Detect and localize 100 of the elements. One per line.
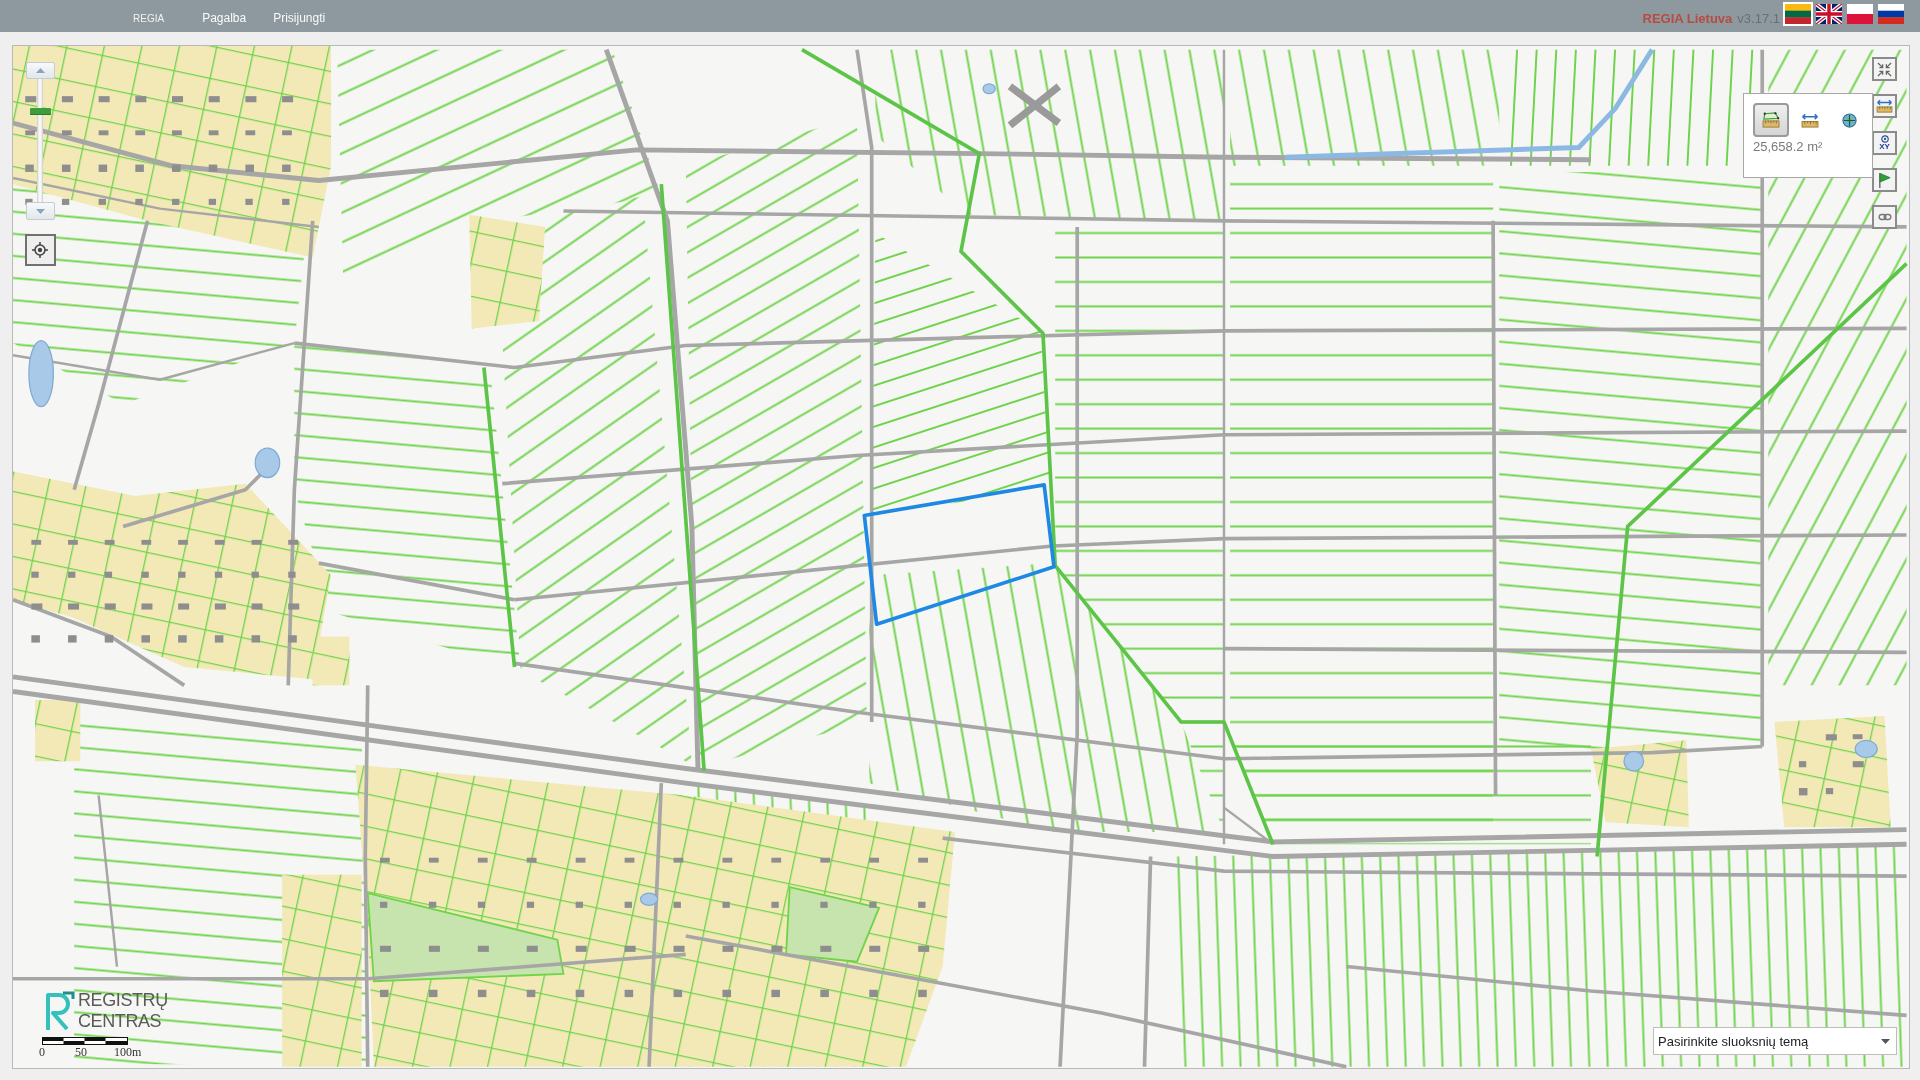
building <box>214 635 224 643</box>
building <box>104 571 113 578</box>
building <box>282 164 291 172</box>
building <box>98 198 106 205</box>
measure-button[interactable] <box>1872 94 1897 118</box>
building <box>282 130 292 136</box>
building <box>245 164 254 172</box>
zoom-out-button[interactable] <box>25 202 55 220</box>
building <box>141 571 149 578</box>
pond <box>254 447 281 479</box>
flag-icon[interactable] <box>1816 4 1842 24</box>
building <box>208 96 220 103</box>
fullscreen-button[interactable] <box>1872 57 1897 81</box>
building <box>104 603 116 610</box>
building <box>673 857 684 863</box>
building <box>918 901 926 908</box>
flag-button[interactable] <box>1872 168 1897 192</box>
product-name: REGIA Lietuva <box>1642 10 1733 26</box>
building <box>477 945 489 952</box>
ruler-arrows-icon <box>1801 112 1819 128</box>
building <box>673 945 685 952</box>
building <box>1798 761 1807 768</box>
building <box>31 603 43 610</box>
building <box>624 857 635 863</box>
zoom-slider-thumb[interactable] <box>29 108 51 115</box>
building <box>245 130 256 136</box>
building <box>526 901 535 908</box>
building <box>1852 761 1864 768</box>
scale-label: 50 <box>75 1046 87 1059</box>
building <box>98 96 110 103</box>
building <box>624 989 634 998</box>
building <box>141 603 153 610</box>
building <box>25 96 37 103</box>
coordinates-button[interactable]: XY <box>1872 131 1897 155</box>
building <box>820 989 829 998</box>
building <box>31 539 42 545</box>
zoom-in-button[interactable] <box>25 62 55 79</box>
cross-mark-icon <box>1006 82 1063 130</box>
building <box>61 198 70 205</box>
building <box>68 571 76 578</box>
flag-icon[interactable] <box>1878 4 1904 24</box>
flag-icon <box>1877 171 1892 189</box>
building <box>575 857 586 863</box>
building <box>575 945 587 952</box>
ruler-polygon-icon <box>1762 112 1780 128</box>
caret-down-icon <box>35 208 45 214</box>
building <box>178 635 187 643</box>
locate-button[interactable] <box>24 234 56 266</box>
building <box>477 901 486 908</box>
building <box>288 635 297 643</box>
building <box>722 989 732 998</box>
building <box>282 198 290 205</box>
building <box>245 198 253 205</box>
pond <box>28 340 54 408</box>
building <box>208 130 219 136</box>
building <box>1825 734 1837 741</box>
building <box>869 901 877 908</box>
ruler-arrows-icon <box>1876 99 1893 113</box>
building <box>1825 788 1834 795</box>
logo-text: REGISTRŲ CENTRAS <box>78 990 169 1032</box>
building <box>526 989 536 998</box>
building <box>379 945 391 952</box>
building <box>61 96 73 103</box>
building <box>178 571 186 578</box>
layer-theme-select[interactable]: Pasirinkite sluoksnių temą <box>1653 1027 1897 1055</box>
caret-down-icon <box>1881 1038 1890 1044</box>
link-button[interactable] <box>1872 205 1897 229</box>
building <box>208 164 218 172</box>
building <box>722 857 733 863</box>
building <box>428 901 437 908</box>
building <box>68 539 78 545</box>
area-result-text: 25,658.2 m² <box>1753 139 1823 154</box>
building <box>379 989 389 998</box>
building <box>575 901 583 908</box>
caret-up-icon <box>35 68 45 73</box>
building <box>477 989 487 998</box>
building <box>251 539 262 545</box>
building <box>245 96 257 103</box>
building <box>141 539 152 545</box>
area-tool-button[interactable] <box>1753 103 1789 137</box>
building <box>251 635 261 643</box>
building <box>428 945 440 952</box>
building <box>98 164 108 172</box>
pond <box>1854 739 1878 759</box>
building <box>288 571 296 578</box>
building <box>214 539 225 545</box>
building <box>1852 734 1863 740</box>
pond <box>982 83 996 95</box>
building <box>172 164 181 172</box>
building <box>673 989 683 998</box>
building <box>282 96 294 103</box>
building <box>820 901 828 908</box>
building <box>428 989 438 998</box>
building <box>771 989 780 998</box>
link-icon <box>1877 212 1892 222</box>
building <box>673 901 681 908</box>
building <box>477 857 488 863</box>
building <box>526 945 538 952</box>
building <box>722 901 730 908</box>
target-icon <box>1880 135 1889 143</box>
